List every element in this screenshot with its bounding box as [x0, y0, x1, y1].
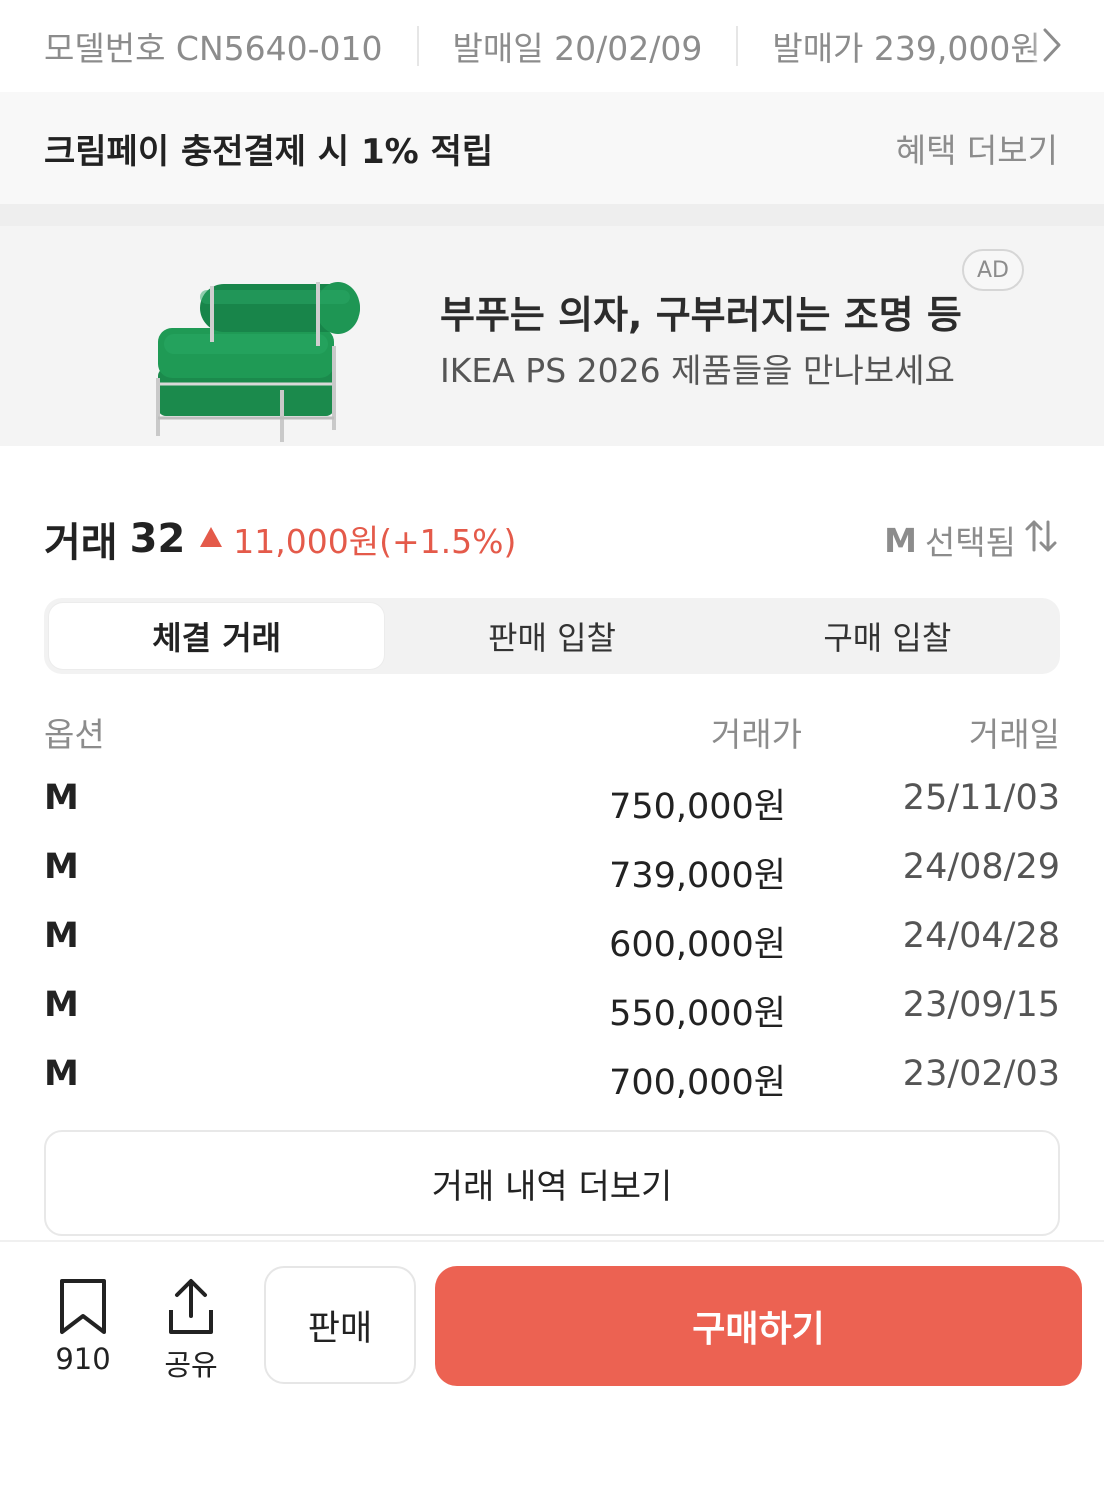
ad-title: 부푸는 의자, 구부러지는 조명 등	[440, 293, 962, 337]
more-trades-button[interactable]: 거래 내역 더보기	[44, 1130, 1060, 1236]
share-button[interactable]: 공유	[158, 1276, 224, 1384]
bottom-action-bar: 910 공유 판매 구매하기	[0, 1240, 1104, 1500]
bookmark-count: 910	[55, 1342, 111, 1376]
table-row: M 700,000원 23/02/03	[44, 1036, 1060, 1105]
trade-tabs: 체결 거래 판매 입찰 구매 입찰	[44, 598, 1060, 674]
row-price: 550,000원	[609, 994, 786, 1034]
price-change: 11,000원(+1.5%)	[233, 522, 517, 561]
release-price: 발매가 239,000원	[772, 29, 1041, 68]
row-price: 700,000원	[609, 1063, 786, 1103]
buy-button[interactable]: 구매하기	[435, 1266, 1082, 1386]
divider	[736, 26, 739, 66]
row-option: M	[44, 985, 79, 1025]
trade-label: 거래	[44, 520, 118, 566]
row-date: 24/08/29	[902, 847, 1060, 887]
table-row: M 550,000원 23/09/15	[44, 967, 1060, 1036]
trade-table: 옵션 거래가 거래일 M 750,000원 25/11/03 M 739,000…	[44, 700, 1060, 1105]
row-option: M	[44, 1054, 79, 1094]
tab-completed-trades[interactable]: 체결 거래	[49, 603, 385, 669]
release-date: 발매일 20/02/09	[452, 29, 703, 68]
selected-size: M	[884, 520, 917, 560]
tab-sell-bids[interactable]: 판매 입찰	[384, 603, 719, 669]
size-select-button[interactable]: M 선택됨	[884, 516, 1058, 564]
chair-image	[156, 282, 360, 442]
row-option: M	[44, 778, 79, 818]
ad-banner[interactable]: AD 부푸는 의자, 구부러지는 조명 등 IKEA PS 2026 제품들을 …	[0, 226, 1104, 446]
table-header: 옵션 거래가 거래일	[44, 700, 1060, 760]
tab-buy-bids[interactable]: 구매 입찰	[720, 603, 1055, 669]
benefit-bar[interactable]: 크림페이 충전결제 시 1% 적립 혜택 더보기	[0, 92, 1104, 204]
row-price: 739,000원	[609, 856, 786, 896]
row-option: M	[44, 847, 79, 887]
header-price: 거래가	[710, 715, 802, 754]
product-info-strip[interactable]: 모델번호 CN5640-010 발매일 20/02/09 발매가 239,000…	[0, 0, 1104, 92]
trade-count: 32	[129, 516, 186, 562]
table-row: M 750,000원 25/11/03	[44, 760, 1060, 829]
benefit-more-link[interactable]: 혜택 더보기	[896, 124, 1058, 172]
row-price: 600,000원	[609, 925, 786, 965]
ad-subtitle: IKEA PS 2026 제품들을 만나보세요	[440, 351, 955, 390]
ad-badge: AD	[962, 249, 1024, 291]
row-date: 25/11/03	[902, 778, 1060, 818]
bookmark-icon	[60, 1279, 106, 1334]
model-number: 모델번호 CN5640-010	[44, 29, 383, 68]
table-row: M 739,000원 24/08/29	[44, 829, 1060, 898]
row-option: M	[44, 916, 79, 956]
row-price: 750,000원	[609, 787, 786, 827]
benefit-text: 크림페이 충전결제 시 1% 적립	[44, 131, 494, 172]
triangle-up-icon	[199, 526, 223, 552]
row-date: 23/02/03	[902, 1054, 1060, 1094]
sell-button[interactable]: 판매	[264, 1266, 416, 1384]
divider	[416, 26, 419, 66]
header-option: 옵션	[44, 715, 105, 754]
chevron-right-icon[interactable]	[1032, 22, 1062, 68]
share-icon	[169, 1279, 213, 1334]
sort-icon	[1024, 518, 1058, 562]
row-date: 24/04/28	[902, 916, 1060, 956]
section-divider	[0, 204, 1104, 226]
share-label: 공유	[164, 1348, 218, 1382]
header-date: 거래일	[968, 715, 1060, 754]
trade-header: 거래 32 11,000원(+1.5%) M 선택됨	[44, 510, 1060, 568]
row-date: 23/09/15	[902, 985, 1060, 1025]
table-row: M 600,000원 24/04/28	[44, 898, 1060, 967]
selected-label: 선택됨	[924, 523, 1016, 562]
bookmark-button[interactable]: 910	[50, 1278, 116, 1376]
